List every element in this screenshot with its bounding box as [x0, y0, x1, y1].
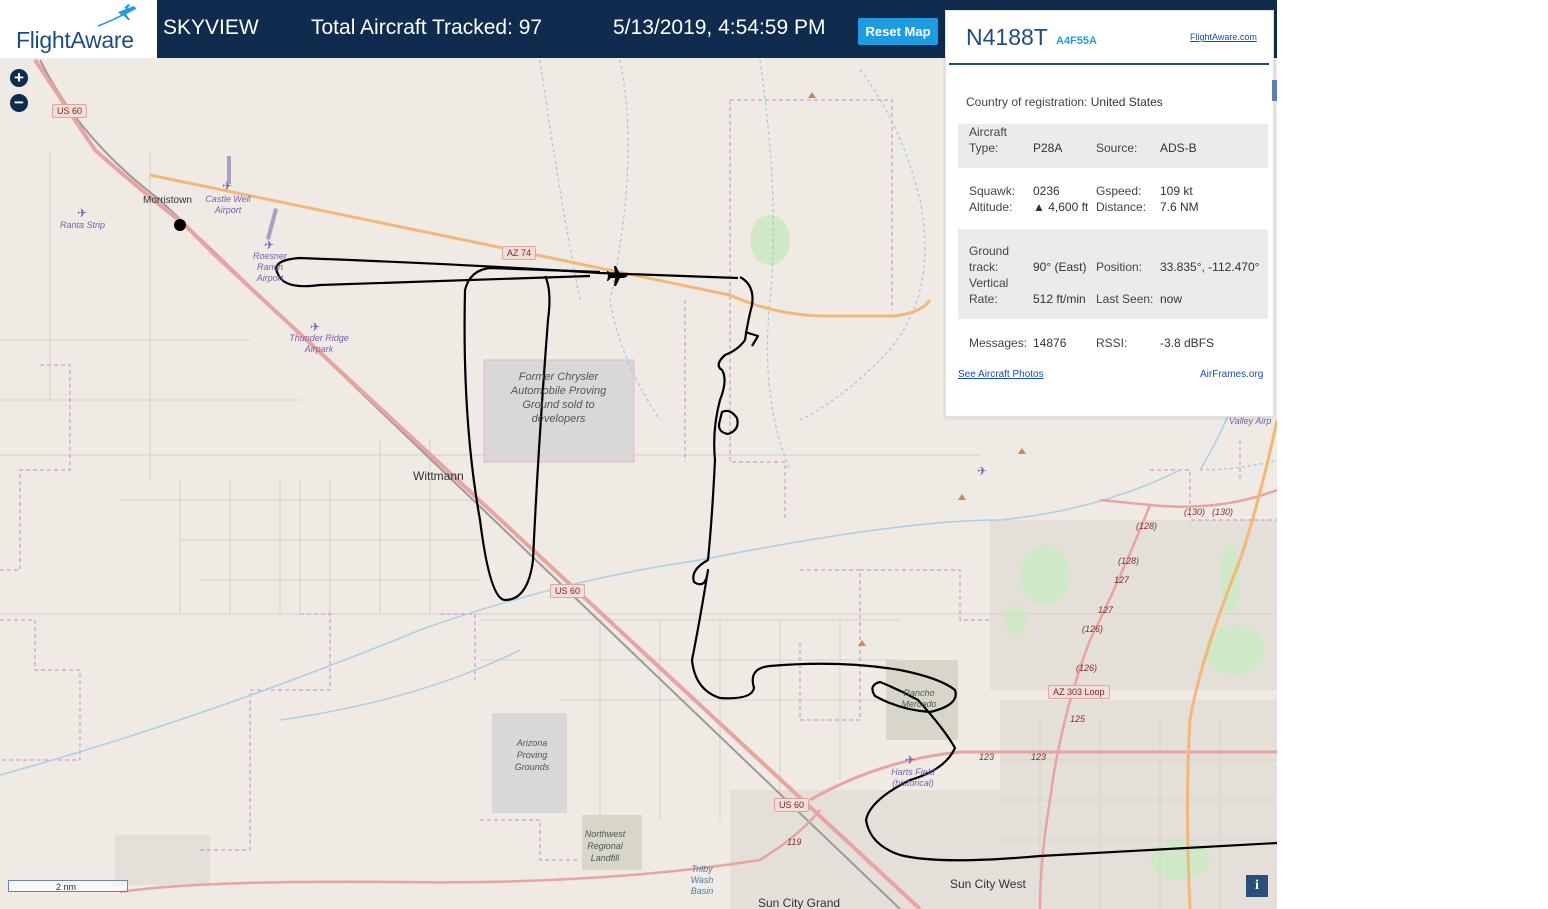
road-number: 123	[1031, 752, 1047, 762]
track-label: Ground track:	[969, 244, 1010, 274]
zoom-out-button[interactable]: −	[10, 94, 28, 112]
road-number: 125	[1070, 714, 1086, 724]
info-button[interactable]: i	[1246, 875, 1268, 897]
aircraft-registration: N4188T	[966, 24, 1048, 50]
distance-label: Distance:	[1096, 200, 1147, 214]
airport-harts-field: Harts Field (historical)	[891, 767, 935, 788]
aircraft-count: Total Aircraft Tracked: 97	[311, 16, 543, 39]
see-aircraft-photos-link[interactable]: See Aircraft Photos	[958, 369, 1044, 380]
reset-map-button[interactable]: Reset Map	[858, 18, 938, 45]
source-label: Source:	[1096, 141, 1138, 155]
area-arizona-proving-grounds: Arizona Proving Grounds	[514, 738, 550, 772]
distance-value: 7.6 NM	[1160, 200, 1199, 214]
altitude-value: ▲ 4,600 ft	[1033, 200, 1089, 214]
vrate-value: 512 ft/min	[1033, 292, 1086, 306]
road-number: 127	[1114, 575, 1130, 585]
road-number: 123	[979, 752, 995, 762]
us60-road	[33, 58, 922, 909]
rssi-label: RSSI:	[1096, 336, 1128, 350]
last-seen-label: Last Seen:	[1096, 292, 1154, 306]
svg-text:✈: ✈	[264, 238, 274, 252]
svg-text:✈: ✈	[905, 753, 915, 767]
town-sun-city-west: Sun City West	[950, 877, 1026, 891]
route-us60-shield: US 60	[52, 104, 88, 118]
road-number: (126)	[1076, 663, 1098, 673]
type-label: Aircraft Type:	[969, 125, 1008, 155]
position-label: Position:	[1096, 260, 1143, 274]
aircraft-hex[interactable]: A4F55A	[1056, 35, 1097, 47]
squawk-value: 0236	[1033, 184, 1060, 198]
messages-value: 14876	[1033, 336, 1067, 350]
airframes-link[interactable]: AirFrames.org	[1200, 369, 1263, 380]
panel-divider	[949, 63, 1269, 65]
type-value: P28A	[1033, 141, 1063, 155]
receiver-location-dot	[174, 219, 186, 231]
runway-castle-well	[227, 156, 231, 184]
road-number: (130)	[1184, 507, 1206, 517]
last-seen-value: now	[1160, 292, 1183, 306]
scale-label: 2 nm	[56, 882, 77, 892]
road-number: 119	[787, 837, 802, 847]
rssi-value: -3.8 dBFS	[1160, 336, 1215, 350]
road-number: (130)	[1212, 507, 1234, 517]
route-az303-shield: AZ 303 Loop	[1048, 685, 1110, 699]
route-az74-shield: AZ 74	[502, 246, 537, 260]
messages-label: Messages:	[969, 336, 1028, 350]
town-sun-city-grand: Sun City Grand	[758, 896, 841, 909]
panel-edge-tab	[1272, 80, 1277, 101]
road-number: (126)	[1082, 624, 1104, 634]
route-us60-shield: US 60	[774, 798, 810, 812]
svg-text:✈: ✈	[977, 464, 987, 478]
runway-roesner	[265, 208, 279, 240]
datetime: 5/13/2019, 4:54:59 PM	[613, 16, 826, 39]
svg-text:✈: ✈	[77, 206, 87, 220]
airport-ranta-strip: Ranta Strip	[60, 220, 106, 230]
airport-roesner-ranch: Roesner Ranch Airport	[252, 251, 288, 283]
source-value: ADS-B	[1160, 141, 1197, 155]
area-rancho-mercado: Rancho Mercado	[901, 688, 937, 709]
flightaware-link[interactable]: FlightAware.com	[1190, 32, 1257, 42]
road-number: (128)	[1118, 556, 1140, 566]
country-value: United States	[1090, 95, 1163, 109]
road-number: 127	[1098, 605, 1114, 615]
airport-valley: Valley Airp	[1229, 416, 1272, 426]
route-us60-shield: US 60	[550, 584, 586, 598]
area-chrysler: Former Chrysler Automobile Proving Groun…	[510, 371, 607, 425]
country-label: Country of registration:	[966, 95, 1088, 109]
vrate-label: Vertical Rate:	[969, 276, 1009, 306]
airport-icons: ✈ ✈ ✈ ✈ ✈ ✈	[77, 179, 987, 767]
town-wittmann: Wittmann	[413, 469, 464, 483]
area-trilby-wash: Trilby Wash Basin	[690, 864, 714, 896]
town-morristown: Morristown	[143, 195, 192, 206]
altitude-label: Altitude:	[969, 200, 1013, 214]
airport-castle-well: Castle Well Airport	[205, 194, 251, 215]
svg-text:✈: ✈	[310, 320, 320, 334]
app-title: SKYVIEW	[163, 16, 259, 39]
gspeed-value: 109 kt	[1160, 184, 1193, 198]
gspeed-label: Gspeed:	[1096, 184, 1142, 198]
road-number: (128)	[1136, 521, 1158, 531]
skyview-app: FlightAware SKYVIEW Total Aircraft Track…	[0, 0, 1277, 909]
railroad	[39, 59, 901, 909]
position-value: 33.835°, -112.470°	[1160, 260, 1260, 274]
country-row: Country of registration: United States	[966, 95, 1163, 109]
squawk-label: Squawk:	[969, 184, 1016, 198]
aircraft-detail-panel: N4188T A4F55A FlightAware.com Country of…	[945, 10, 1274, 417]
logo-text: FlightAware	[16, 27, 134, 53]
area-landfill: Northwest Regional Landfill	[584, 829, 626, 863]
zoom-in-button[interactable]: +	[10, 69, 28, 87]
airport-thunder-ridge: Thunder Ridge Airpark	[289, 333, 349, 354]
track-value: 90° (East)	[1033, 260, 1087, 274]
flightaware-logo[interactable]: FlightAware	[0, 0, 157, 58]
